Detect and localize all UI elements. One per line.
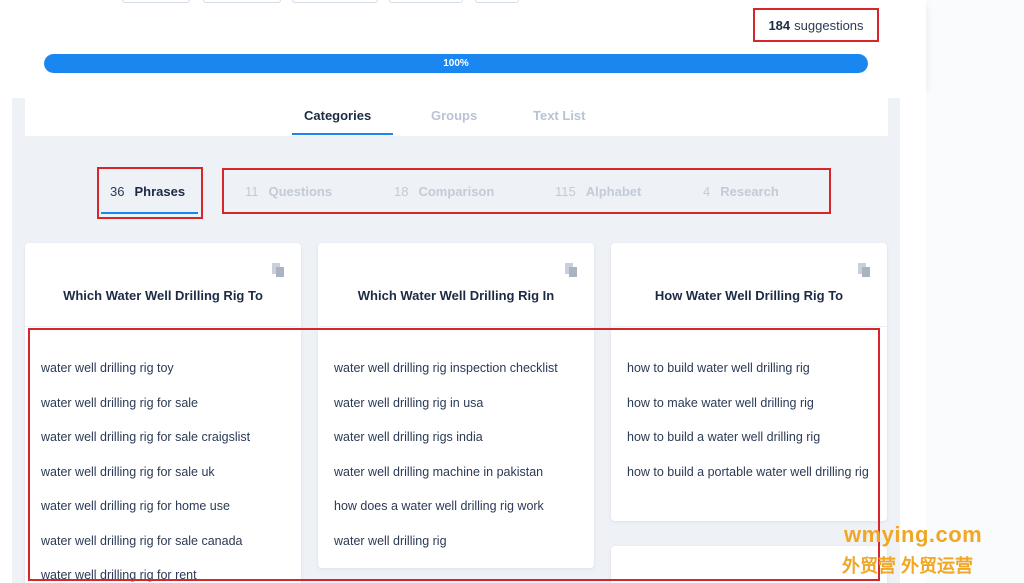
highlight-box — [222, 168, 831, 214]
progress-bar: 100% — [44, 54, 868, 73]
top-panel-edge — [888, 0, 926, 98]
suggestions-label: suggestions — [794, 17, 864, 33]
suggestions-count: 184 suggestions — [753, 8, 879, 42]
active-tab-indicator — [292, 133, 393, 135]
tab-groups[interactable]: Groups — [431, 108, 477, 123]
tab-text-list[interactable]: Text List — [533, 108, 586, 123]
divider — [318, 326, 594, 327]
divider — [611, 326, 887, 327]
card-title: How Water Well Drilling Rig To — [654, 288, 844, 303]
divider — [25, 326, 301, 327]
filter-chip[interactable] — [292, 0, 378, 3]
filter-chip[interactable] — [475, 0, 519, 3]
tab-categories[interactable]: Categories — [304, 108, 371, 123]
progress-fill: 100% — [44, 54, 868, 73]
progress-label: 100% — [443, 58, 469, 69]
filter-chip[interactable] — [203, 0, 281, 3]
card-title: Which Water Well Drilling Rig To — [63, 288, 263, 303]
right-margin — [926, 0, 1024, 583]
filter-chip[interactable] — [389, 0, 463, 3]
card-title: Which Water Well Drilling Rig In — [357, 288, 555, 303]
watermark-subtext: 外贸营 外贸运营 — [842, 556, 974, 576]
copy-icon[interactable] — [564, 262, 578, 278]
suggestions-number: 184 — [768, 17, 791, 33]
copy-icon[interactable] — [857, 262, 871, 278]
watermark-text: wmying.com — [844, 522, 983, 547]
highlight-box — [28, 328, 880, 581]
copy-icon[interactable] — [271, 262, 285, 278]
filter-chip[interactable] — [122, 0, 190, 3]
highlight-box — [97, 167, 203, 219]
